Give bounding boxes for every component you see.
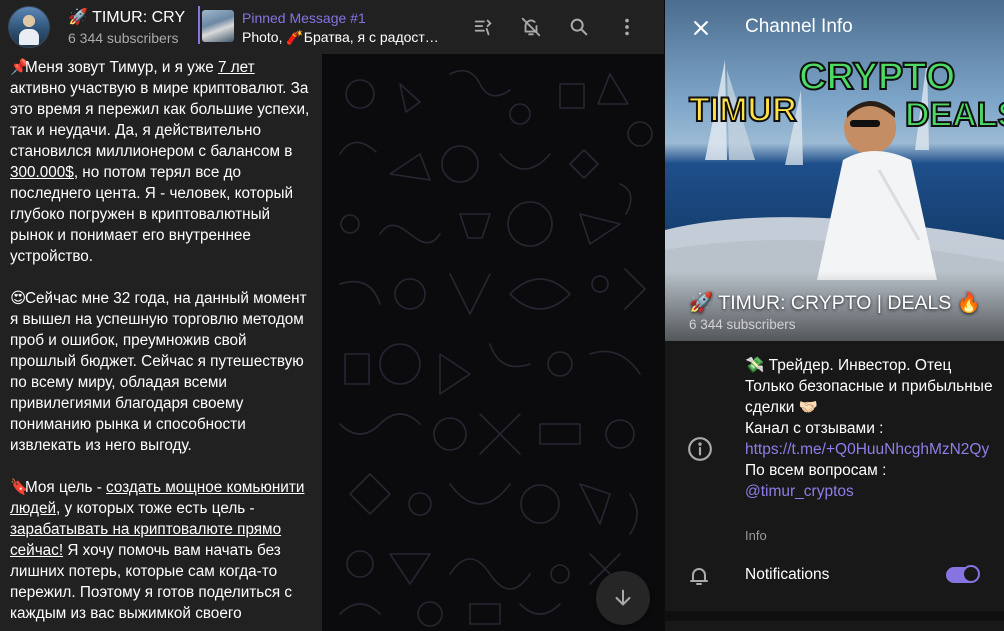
info-label: Info bbox=[745, 528, 767, 543]
description-line: Только безопасные и прибыльные сделки 🤝🏻 bbox=[745, 378, 993, 416]
notifications-label: Notifications bbox=[745, 566, 830, 583]
close-button[interactable] bbox=[685, 12, 717, 44]
message-paragraph-2: 😍Сейчас мне 32 года, на данный момент я … bbox=[10, 288, 314, 456]
close-icon bbox=[694, 21, 708, 35]
message-bubble[interactable]: 📌Меня зовут Тимур, и я уже 7 лет активно… bbox=[0, 54, 322, 631]
pinned-message-snippet: Photo, 🧨Братва, я с радост… bbox=[242, 29, 439, 45]
underlined-text: 300.000$ bbox=[10, 164, 74, 181]
pinned-list-button[interactable] bbox=[467, 11, 499, 43]
message-text: Моя цель - bbox=[25, 479, 107, 496]
underlined-text: 7 лет bbox=[217, 59, 255, 76]
pinned-message-title: Pinned Message #1 bbox=[242, 10, 366, 26]
notifications-toggle[interactable] bbox=[946, 565, 980, 583]
heart-eyes-emoji: 😍 bbox=[10, 290, 26, 307]
description-line: По всем вопросам : bbox=[745, 462, 887, 479]
panel-title: Channel Info bbox=[745, 16, 853, 37]
notifications-row[interactable]: Notifications bbox=[665, 552, 1004, 600]
message-text: активно участвую в мире криптовалют. За … bbox=[10, 80, 310, 160]
bell-icon bbox=[690, 568, 708, 585]
chat-header: 🚀 TIMUR: CRY 6 344 subscribers Pinned Me… bbox=[0, 0, 664, 54]
mute-icon bbox=[521, 17, 541, 37]
reviews-channel-link[interactable]: https://t.me/+Q0HuuNhcghMzN2Qy bbox=[745, 439, 995, 460]
channel-title-block[interactable]: 🚀 TIMUR: CRY 6 344 subscribers bbox=[68, 8, 196, 46]
channel-cover-image: Channel Info CRYPTO TIMUR DEALS 🚀 TIMUR:… bbox=[665, 0, 1004, 341]
channel-name: 🚀 TIMUR: CRYPTO | DEALS 🔥 bbox=[689, 292, 982, 314]
pushpin-emoji: 📌 bbox=[10, 59, 30, 76]
channel-avatar[interactable] bbox=[8, 6, 50, 48]
mute-button[interactable] bbox=[515, 11, 547, 43]
channel-title: 🚀 TIMUR: CRY bbox=[68, 9, 186, 26]
bookmark-emoji: 🔖 bbox=[10, 479, 30, 496]
pinned-message[interactable]: Pinned Message #1 Photo, 🧨Братва, я с ра… bbox=[242, 9, 448, 46]
pinned-list-icon bbox=[474, 19, 492, 36]
more-icon bbox=[625, 18, 629, 36]
more-button[interactable] bbox=[611, 11, 643, 43]
message-paragraph-1: 📌Меня зовут Тимур, и я уже 7 лет активно… bbox=[10, 57, 314, 267]
search-button[interactable] bbox=[563, 11, 595, 43]
description-line: Канал с отзывами : bbox=[745, 420, 884, 437]
search-icon bbox=[570, 18, 588, 36]
channel-info-panel: Channel Info CRYPTO TIMUR DEALS 🚀 TIMUR:… bbox=[664, 0, 1004, 631]
pinned-indicator-bar bbox=[198, 6, 200, 44]
subscriber-count: 6 344 subscribers bbox=[68, 30, 179, 46]
pinned-message-thumbnail[interactable] bbox=[202, 10, 234, 42]
channel-description[interactable]: 💸 Трейдер. Инвестор. Отец Только безопас… bbox=[745, 355, 995, 502]
message-text: Меня зовут Тимур, и я уже bbox=[25, 59, 218, 76]
chat-area: 🚀 TIMUR: CRY 6 344 subscribers Pinned Me… bbox=[0, 0, 664, 631]
arrow-down-icon bbox=[615, 589, 631, 606]
channel-subscriber-count: 6 344 subscribers bbox=[689, 317, 796, 332]
message-paragraph-3: 🔖Моя цель - создать мощное комьюнити люд… bbox=[10, 477, 314, 624]
contact-username-link[interactable]: @timur_cryptos bbox=[745, 481, 995, 502]
section-divider bbox=[665, 611, 1004, 621]
scroll-to-bottom-button[interactable] bbox=[596, 571, 650, 625]
message-text: Сейчас мне 32 года, на данный момент я в… bbox=[10, 290, 307, 454]
description-line: 💸 Трейдер. Инвестор. Отец bbox=[745, 357, 952, 374]
info-icon bbox=[688, 437, 712, 461]
message-text: , у которых тоже есть цель - bbox=[56, 500, 255, 517]
